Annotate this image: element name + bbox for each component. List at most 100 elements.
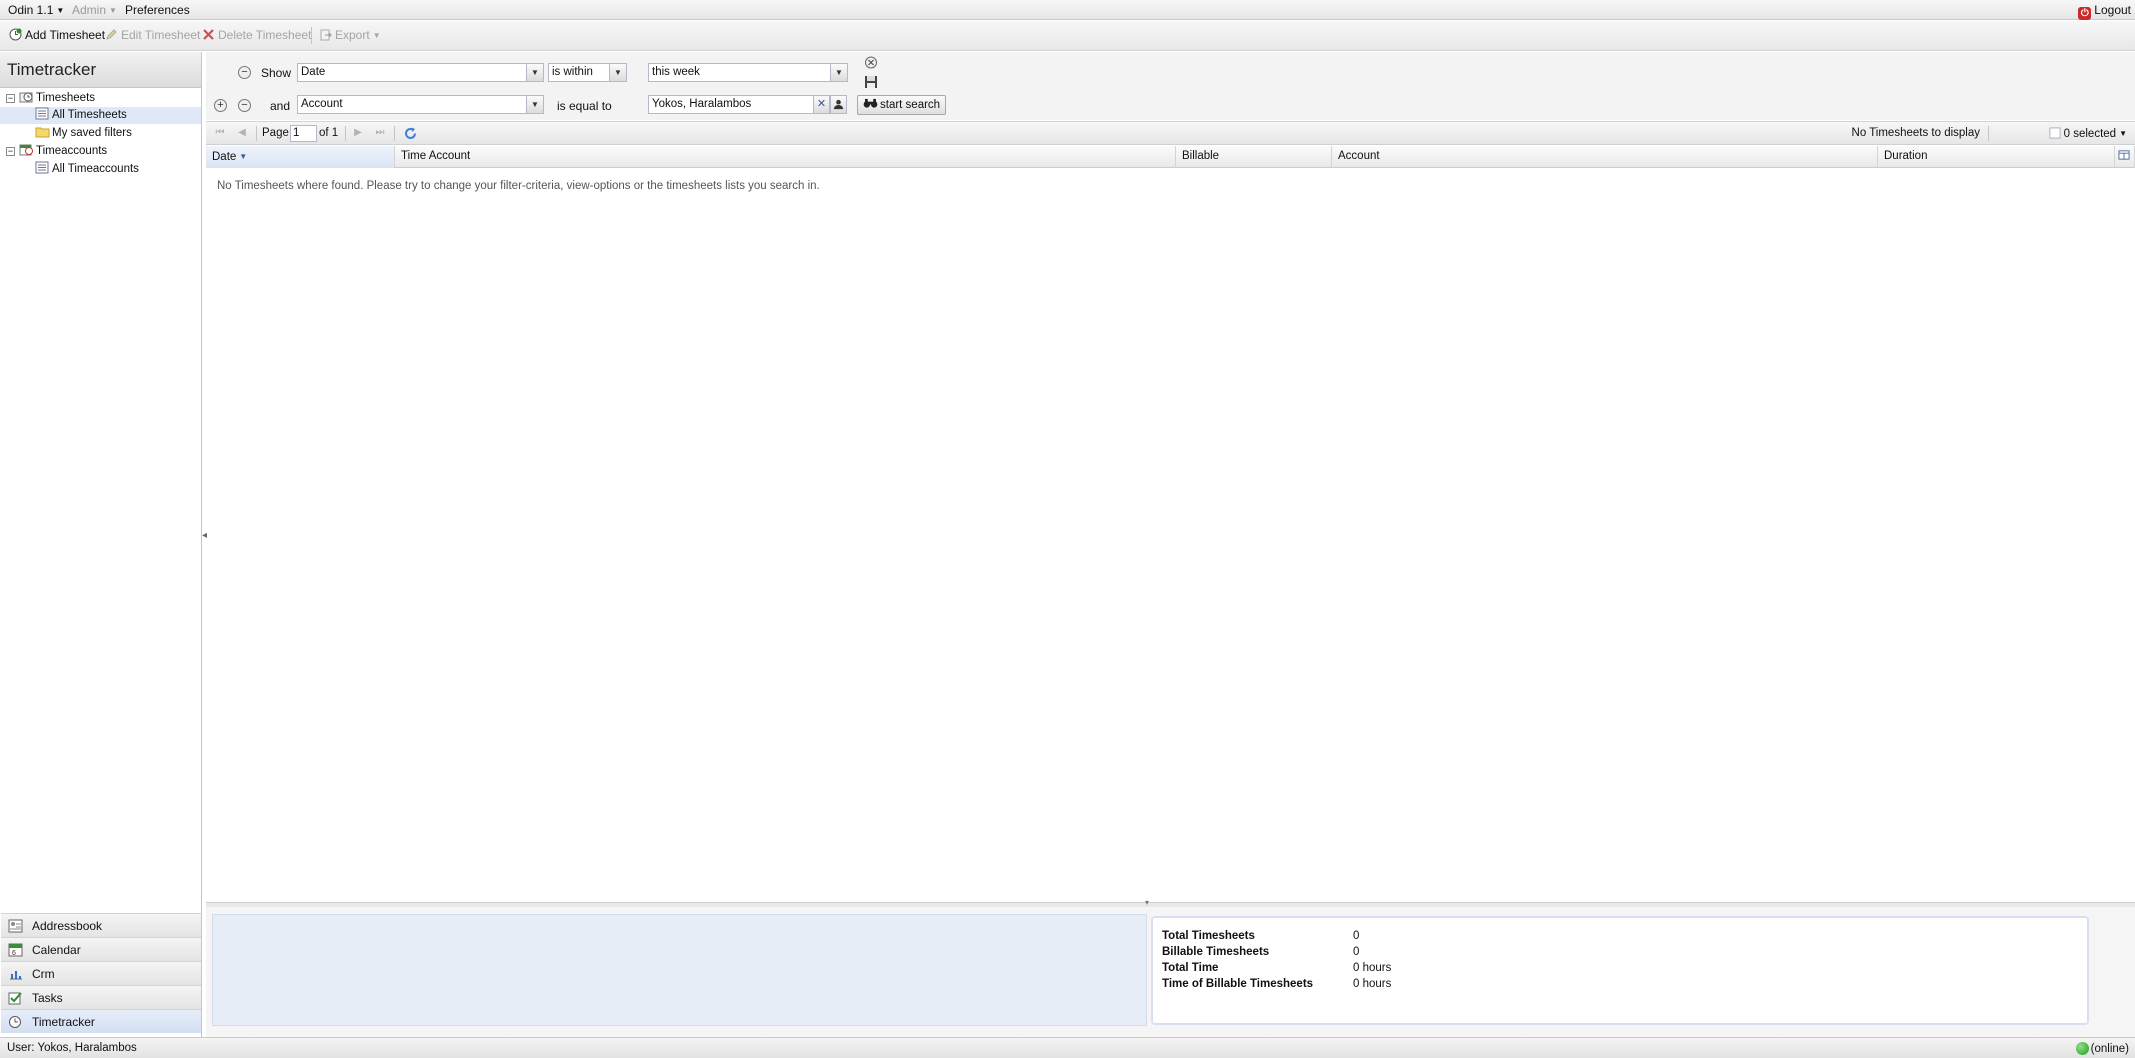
next-page-icon[interactable]: ▶ [352, 127, 364, 139]
add-timesheet-label: Add Timesheet [25, 28, 106, 42]
app-switcher-timetracker[interactable]: Timetracker [1, 1009, 201, 1033]
chevron-down-icon[interactable]: ▼ [830, 64, 847, 81]
tree-label-all-timesheets: All Timesheets [52, 109, 127, 121]
chevron-down-icon: ▼ [2119, 129, 2127, 138]
status-bar: User: Yokos, Haralambos (online) [0, 1037, 2135, 1058]
start-search-button[interactable]: start search [857, 95, 947, 115]
summary-label: Billable Timesheets [1162, 946, 1270, 958]
clear-account-button[interactable]: ✕ [813, 95, 830, 114]
collapse-toggle-icon[interactable]: − [6, 94, 15, 103]
logout-button[interactable]: ⏻ Logout [2078, 3, 2131, 20]
account-filter-value: Yokos, Haralambos [652, 98, 752, 110]
column-label: Date [212, 151, 237, 163]
column-chooser-button[interactable] [2115, 146, 2135, 168]
selection-counter[interactable]: 0 selected ▼ [2049, 127, 2127, 140]
sort-descending-icon: ▼ [239, 152, 248, 161]
chevron-down-icon[interactable]: ▼ [526, 64, 543, 81]
export-button[interactable]: Export ▼ [319, 28, 381, 42]
tree-node-saved-filters[interactable]: My saved filters [0, 125, 201, 142]
paging-separator [256, 126, 257, 141]
add-timesheet-button[interactable]: Add Timesheet [9, 28, 105, 42]
delete-icon [203, 29, 214, 40]
app-switcher-crm[interactable]: Crm [1, 961, 201, 985]
last-page-icon[interactable]: ⏭ [374, 127, 386, 139]
add-filter-button[interactable]: + [214, 99, 227, 112]
binoculars-icon [863, 98, 878, 108]
page-count-label: of 1 [319, 127, 339, 139]
delete-timesheet-button[interactable]: Delete Timesheet [202, 28, 311, 42]
filter-field-value: Date [301, 66, 326, 78]
filter-operator-value: is within [552, 66, 593, 78]
admin-menu[interactable]: Admin ▼ [72, 3, 117, 17]
summary-value: 0 hours [1353, 978, 1392, 990]
selected-count-label: 0 selected [2063, 128, 2117, 140]
app-switcher-tasks[interactable]: Tasks [1, 985, 201, 1009]
filter-prefix-and: and [270, 99, 291, 113]
toolbar-separator [311, 27, 312, 44]
collapse-toggle-icon[interactable]: − [6, 147, 15, 156]
tree-node-timeaccounts[interactable]: − Timeaccounts [0, 143, 201, 160]
column-header-time-account[interactable]: Time Account [395, 146, 1176, 168]
clock-icon [9, 1016, 21, 1028]
app-label: Calendar [32, 943, 81, 957]
folder-icon [35, 127, 50, 138]
bar-chart-icon [10, 971, 22, 980]
account-filter-field[interactable]: Yokos, Haralambos [648, 95, 815, 114]
save-filter-icon[interactable] [864, 75, 878, 89]
refresh-icon[interactable] [403, 126, 418, 141]
logout-label: Logout [2094, 3, 2131, 17]
tree-node-all-timesheets[interactable]: All Timesheets [0, 107, 201, 124]
tree-node-all-timeaccounts[interactable]: All Timeaccounts [0, 161, 201, 178]
filter-field-select[interactable]: Date ▼ [297, 63, 544, 82]
column-header-billable[interactable]: Billable [1176, 146, 1332, 168]
clear-filters-icon[interactable] [864, 56, 878, 69]
edit-timesheet-button[interactable]: Edit Timesheet [105, 28, 200, 42]
app-menu[interactable]: Odin 1.1 ▼ [8, 3, 64, 17]
tree-label-all-timeaccounts: All Timeaccounts [52, 163, 139, 175]
columns-icon [2118, 150, 2130, 160]
chevron-down-icon[interactable]: ▼ [609, 64, 626, 81]
page-label: Page [262, 127, 289, 139]
tree-label-saved-filters: My saved filters [52, 127, 132, 139]
svg-text:6: 6 [12, 950, 16, 957]
filter-value-select[interactable]: this week ▼ [648, 63, 848, 82]
start-search-label: start search [880, 99, 941, 111]
timeaccounts-icon [19, 144, 33, 156]
summary-value: 0 [1353, 930, 1360, 942]
grid-header: Date ▼ Time Account Billable Account Dura… [206, 146, 2135, 168]
column-header-date[interactable]: Date ▼ [206, 146, 395, 168]
app-label: Tasks [32, 991, 63, 1005]
app-switcher-calendar[interactable]: 6 Calendar [1, 937, 201, 961]
first-page-icon[interactable]: ⏮ [214, 127, 226, 139]
select-account-button[interactable] [830, 95, 847, 114]
remove-filter-button[interactable]: − [238, 66, 251, 79]
edit-timesheet-label: Edit Timesheet [121, 28, 201, 42]
filter-operator-select[interactable]: is within ▼ [548, 63, 627, 82]
app-switcher-addressbook[interactable]: Addressbook [1, 913, 201, 937]
export-icon [320, 29, 332, 41]
chevron-down-icon: ▼ [109, 6, 117, 15]
online-label: (online) [2090, 1043, 2129, 1055]
splitter-collapse-icon[interactable]: ▾ [1130, 899, 1164, 907]
column-header-duration[interactable]: Duration [1878, 146, 2115, 168]
tree-node-timesheets[interactable]: − Timesheets [0, 90, 201, 107]
summary-box [1151, 916, 2089, 1025]
tree-label-timeaccounts: Timeaccounts [36, 145, 108, 157]
close-icon: ✕ [816, 98, 827, 110]
filter-operator-label: is equal to [557, 99, 612, 113]
previous-page-icon[interactable]: ◀ [236, 127, 248, 139]
left-navigation-panel: Timetracker − Timesheets All Timesheets … [0, 52, 202, 1037]
collapse-panel-handle[interactable]: ◂ [202, 530, 207, 541]
page-number-input[interactable]: 1 [290, 125, 317, 142]
app-label: Crm [32, 967, 55, 981]
column-header-account[interactable]: Account [1332, 146, 1878, 168]
filter-field-select[interactable]: Account ▼ [297, 95, 544, 114]
tree-label-timesheets: Timesheets [36, 92, 96, 104]
summary-label: Total Time [1162, 962, 1219, 974]
filter-value-value: this week [652, 66, 700, 78]
empty-grid-message: No Timesheets where found. Please try to… [217, 180, 820, 192]
preferences-menu[interactable]: Preferences [125, 3, 190, 17]
remove-filter-button[interactable]: − [238, 99, 251, 112]
list-icon [35, 107, 49, 120]
chevron-down-icon[interactable]: ▼ [526, 96, 543, 113]
